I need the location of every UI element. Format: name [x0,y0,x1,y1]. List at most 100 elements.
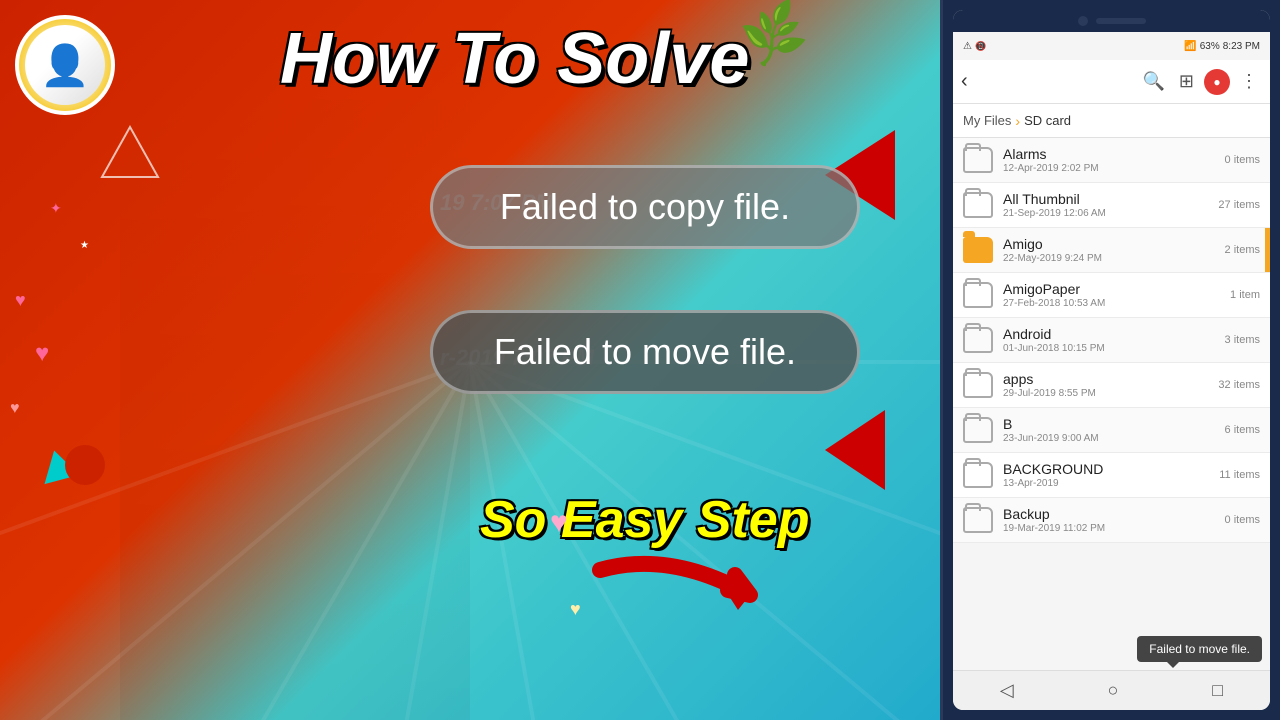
file-date: 21-Sep-2019 12:06 AM [1003,208,1218,219]
file-info: Alarms12-Apr-2019 2:02 PM [1003,146,1225,174]
list-item[interactable]: apps29-Jul-2019 8:55 PM32 items [953,363,1270,408]
folder-icon [963,462,993,488]
back-nav-button[interactable]: ◁ [1000,680,1014,701]
highlight-indicator [1265,228,1270,272]
more-button[interactable]: ⋮ [1236,67,1262,96]
file-date: 13-Apr-2019 [1003,478,1219,489]
heart-deco-1: ♥ [15,290,26,311]
folder-icon [963,237,993,263]
file-name: AmigoPaper [1003,281,1230,297]
red-triangle-bottom [825,410,885,490]
file-info: Backup19-Mar-2019 11:02 PM [1003,506,1225,534]
heart-deco-6: ♥ [570,599,581,620]
file-name: apps [1003,371,1218,387]
file-date: 19-Mar-2019 11:02 PM [1003,523,1225,534]
file-date: 22-May-2019 9:24 PM [1003,253,1225,264]
file-count: 3 items [1225,334,1260,346]
list-item[interactable]: Backup19-Mar-2019 11:02 PM0 items [953,498,1270,543]
folder-icon [963,327,993,353]
file-name: Alarms [1003,146,1225,162]
avatar: 👤 [15,15,115,115]
file-info: Amigo22-May-2019 9:24 PM [1003,236,1225,264]
file-count: 11 items [1219,469,1260,481]
back-button[interactable]: ‹ [961,70,968,93]
notification-icon: 📵 [975,41,986,52]
file-date: 27-Feb-2018 10:53 AM [1003,298,1230,309]
error-bubble-move: Failed to move file. [430,310,860,394]
list-item[interactable]: BACKGROUND13-Apr-201911 items [953,453,1270,498]
file-count: 27 items [1218,199,1260,211]
nav-bar: ‹ 🔍 ⊞ ● ⋮ [953,60,1270,104]
home-nav-button[interactable]: ○ [1108,680,1119,701]
file-info: BACKGROUND13-Apr-2019 [1003,461,1219,489]
file-date: 01-Jun-2018 10:15 PM [1003,343,1225,354]
list-item[interactable]: Amigo22-May-2019 9:24 PM2 items [953,228,1270,273]
speaker-bar [1096,18,1146,24]
folder-icon [963,417,993,443]
file-info: B23-Jun-2019 9:00 AM [1003,416,1225,444]
file-info: All Thumbnil21-Sep-2019 12:06 AM [1003,191,1218,219]
file-count: 0 items [1225,514,1260,526]
heart-deco-3: ♥ [10,400,20,418]
red-circle-deco [65,445,105,485]
file-count: 32 items [1218,379,1260,391]
file-info: apps29-Jul-2019 8:55 PM [1003,371,1218,399]
battery-text: 63% [1200,41,1220,52]
big-red-arrow [590,540,790,625]
breadcrumb-root[interactable]: My Files [963,113,1011,128]
breadcrumb-current: SD card [1024,113,1071,128]
list-item[interactable]: Alarms12-Apr-2019 2:02 PM0 items [953,138,1270,183]
phone-screen: ⚠ 📵 📶 63% 8:23 PM ‹ 🔍 ⊞ ● ⋮ My Files › S… [953,10,1270,710]
folder-icon [963,372,993,398]
list-item[interactable]: B23-Jun-2019 9:00 AM6 items [953,408,1270,453]
file-name: B [1003,416,1225,432]
error-bubble-copy: Failed to copy file. [430,165,860,249]
camera-bar [953,10,1270,32]
profile-button[interactable]: ● [1204,69,1230,95]
file-name: All Thumbnil [1003,191,1218,207]
star-deco-2: ★ [80,240,89,251]
file-name: Backup [1003,506,1225,522]
folder-icon [963,147,993,173]
phone-panel: ⚠ 📵 📶 63% 8:23 PM ‹ 🔍 ⊞ ● ⋮ My Files › S… [940,0,1280,720]
star-deco-1: ✦ [50,200,62,217]
recents-nav-button[interactable]: □ [1212,680,1223,701]
file-name: BACKGROUND [1003,461,1219,477]
breadcrumb-separator: › [1015,113,1020,129]
file-count: 2 items [1225,244,1260,256]
status-left-icons: ⚠ 📵 [963,41,986,52]
grid-button[interactable]: ⊞ [1175,67,1198,96]
file-name: Amigo [1003,236,1225,252]
warning-icon: ⚠ [963,41,972,52]
search-button[interactable]: 🔍 [1138,67,1168,96]
thumbnail-area: 👤 🌿 How To Solve 19 7:07 PM Failed to co… [0,0,940,720]
profile-icon: ● [1213,75,1220,89]
avatar-icon: 👤 [25,25,105,105]
folder-icon [963,507,993,533]
file-count: 1 item [1230,289,1260,301]
folder-icon [963,282,993,308]
time-text: 8:23 PM [1223,41,1260,52]
file-count: 0 items [1225,154,1260,166]
list-item[interactable]: All Thumbnil21-Sep-2019 12:06 AM27 items [953,183,1270,228]
phone-bottom-nav: ◁ ○ □ [953,670,1270,710]
file-info: AmigoPaper27-Feb-2018 10:53 AM [1003,281,1230,309]
file-date: 23-Jun-2019 9:00 AM [1003,433,1225,444]
heart-deco-2: ♥ [35,340,49,368]
status-right-icons: 📶 63% 8:23 PM [1184,41,1260,52]
person-silhouette [120,70,470,720]
list-item[interactable]: AmigoPaper27-Feb-2018 10:53 AM1 item [953,273,1270,318]
file-count: 6 items [1225,424,1260,436]
tooltip: Failed to move file. [1137,636,1262,662]
folder-icon [963,192,993,218]
camera-dot [1078,16,1088,26]
file-list: Alarms12-Apr-2019 2:02 PM0 itemsAll Thum… [953,138,1270,670]
file-name: Android [1003,326,1225,342]
breadcrumb: My Files › SD card [953,104,1270,138]
file-date: 29-Jul-2019 8:55 PM [1003,388,1218,399]
list-item[interactable]: Android01-Jun-2018 10:15 PM3 items [953,318,1270,363]
signal-icon: 📶 [1184,41,1196,52]
file-info: Android01-Jun-2018 10:15 PM [1003,326,1225,354]
status-bar: ⚠ 📵 📶 63% 8:23 PM [953,32,1270,60]
file-date: 12-Apr-2019 2:02 PM [1003,163,1225,174]
